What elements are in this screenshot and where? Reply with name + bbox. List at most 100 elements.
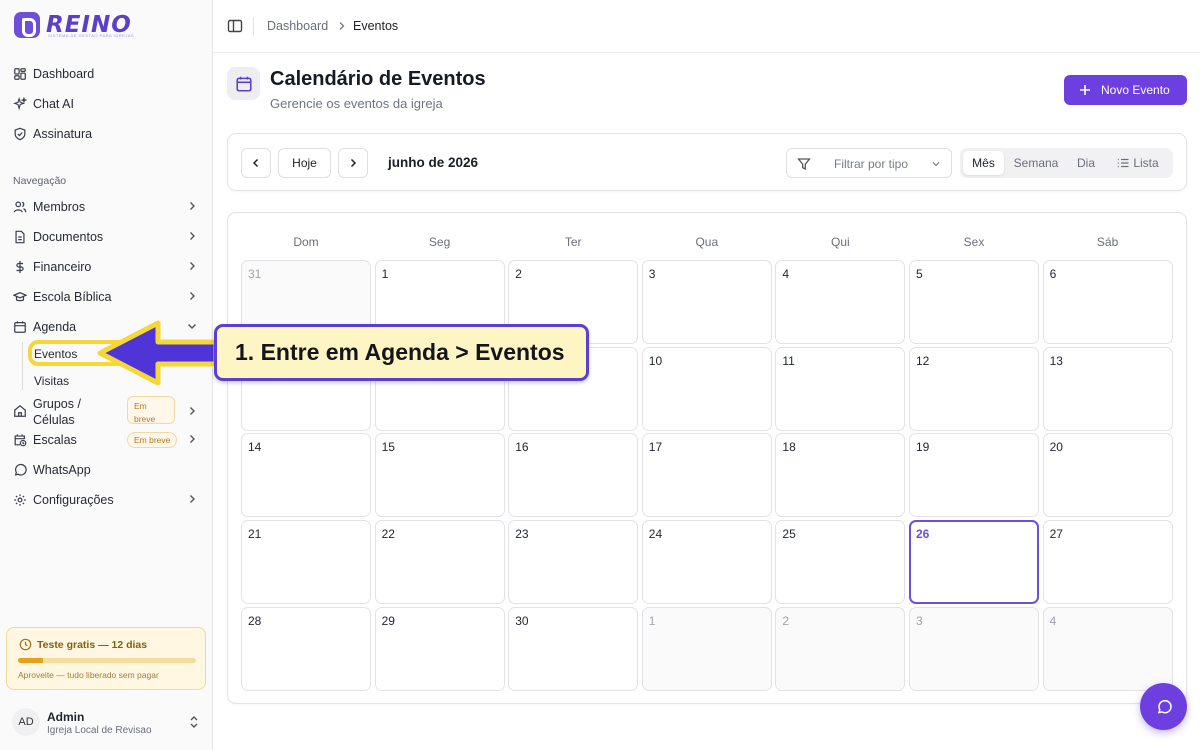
dollar-icon [12, 260, 27, 275]
day-number: 3 [916, 613, 923, 628]
day-number: 24 [648, 527, 663, 542]
day-cell[interactable]: 4 [1042, 606, 1173, 691]
day-cell[interactable]: 27 [1042, 520, 1173, 605]
sidebar-item-configuracoes[interactable]: Configurações [12, 488, 200, 512]
day-number: 5 [916, 267, 923, 281]
current-month-label: junho de 2026 [388, 155, 479, 170]
next-month-button[interactable] [338, 148, 368, 178]
breadcrumb-dashboard[interactable]: Dashboard [267, 19, 328, 33]
day-number: 1 [381, 267, 389, 281]
day-cell[interactable]: 13 [1042, 346, 1173, 431]
sidebar-item-label: Documentos [33, 230, 104, 244]
day-cell[interactable]: 24 [641, 520, 772, 605]
day-cell[interactable]: 23 [508, 520, 639, 605]
document-icon [12, 230, 27, 245]
day-number: 22 [381, 527, 395, 542]
sidebar-item-whatsapp[interactable]: WhatsApp [12, 458, 200, 482]
user-menu[interactable]: AD Admin Igreja Local de Revisao [12, 706, 202, 740]
weekday-header: Qua [695, 235, 719, 249]
sidebar-item-label: Membros [33, 200, 86, 214]
day-number: 4 [1049, 613, 1057, 628]
day-cell[interactable]: 4 [775, 260, 906, 344]
submenu-guide-line [22, 342, 23, 390]
sidebar-item-label: Dashboard [33, 67, 95, 81]
gear-icon [12, 493, 27, 508]
new-event-button[interactable]: Novo Evento [1064, 75, 1187, 105]
day-cell[interactable]: 21 [241, 520, 371, 605]
plus-icon [1080, 85, 1090, 95]
graduation-cap-icon [12, 290, 27, 305]
event-type-filter[interactable]: Filtrar por tipo [786, 148, 952, 178]
sidebar-item-escola-biblica[interactable]: Escola Bíblica [12, 285, 200, 309]
day-cell[interactable]: 28 [241, 606, 371, 691]
sidebar-item-financeiro[interactable]: Financeiro [12, 255, 200, 279]
day-cell[interactable]: 5 [909, 260, 1039, 344]
trial-card[interactable]: Teste gratis — 12 dias Aproveite — tudo … [6, 627, 206, 690]
day-number: 3 [648, 267, 656, 281]
logo-mark-icon [14, 12, 40, 38]
sidebar-item-chat-ai[interactable]: Chat AI [12, 92, 200, 116]
new-event-label: Novo Evento [1101, 83, 1170, 97]
chat-bubble-icon [12, 463, 27, 478]
day-cell[interactable]: 3 [641, 260, 772, 344]
filter-placeholder: Filtrar por tipo [834, 157, 909, 171]
day-cell[interactable]: 2 [775, 606, 906, 691]
day-cell[interactable]: 22 [374, 520, 505, 605]
sparkles-icon [12, 97, 27, 112]
day-cell[interactable]: 26 [909, 520, 1039, 605]
sidebar-subitem-visitas[interactable]: Visitas [34, 374, 69, 388]
sidebar-item-escalas[interactable]: Escalas Em breve [12, 428, 200, 452]
chevron-right-icon [190, 232, 195, 240]
day-cell[interactable]: 12 [909, 346, 1039, 431]
day-number: 30 [515, 613, 529, 628]
view-month-tab[interactable]: Mês [963, 151, 1004, 175]
day-cell[interactable]: 17 [641, 433, 772, 518]
calendar-icon [12, 320, 27, 335]
sidebar-item-documentos[interactable]: Documentos [12, 225, 200, 249]
day-cell[interactable]: 11 [775, 346, 906, 431]
view-day-tab[interactable]: Dia [1068, 151, 1104, 175]
day-number: 28 [248, 613, 262, 628]
sidebar-item-assinatura[interactable]: Assinatura [12, 122, 200, 146]
today-button[interactable]: Hoje [278, 148, 331, 178]
view-week-tab[interactable]: Semana [1008, 151, 1064, 175]
day-cell[interactable]: 29 [374, 606, 505, 691]
day-cell[interactable]: 25 [775, 520, 906, 605]
view-list-tab[interactable]: Lista [1108, 151, 1168, 175]
sidebar-item-dashboard[interactable]: Dashboard [12, 62, 200, 86]
brand-tagline: SISTEMA DE GESTAO PARA IGREJAS [48, 33, 135, 38]
status-badge: Em breve [127, 396, 175, 424]
prev-month-button[interactable] [241, 148, 271, 178]
calendar-clock-icon [12, 433, 27, 448]
weekday-header: Dom [293, 235, 319, 249]
sidebar-item-label: Financeiro [33, 260, 92, 274]
day-number: 31 [248, 267, 262, 281]
day-number: 14 [248, 440, 262, 455]
day-cell[interactable]: 20 [1042, 433, 1173, 518]
day-number: 27 [1049, 527, 1063, 542]
day-cell[interactable]: 15 [374, 433, 505, 518]
sidebar-item-membros[interactable]: Membros [12, 195, 200, 219]
day-number: 29 [381, 613, 395, 628]
day-cell[interactable]: 10 [641, 346, 772, 431]
annotation-arrow-icon [97, 320, 218, 386]
weekday-header: Ter [564, 235, 582, 249]
sidebar-toggle-icon[interactable] [227, 18, 243, 34]
day-cell[interactable]: 19 [909, 433, 1039, 518]
chevron-down-icon [932, 162, 940, 167]
avatar: AD [12, 708, 40, 736]
day-cell[interactable]: 16 [508, 433, 639, 518]
day-cell[interactable]: 30 [508, 606, 639, 691]
day-cell[interactable]: 3 [909, 606, 1039, 691]
trial-progress-fill [18, 658, 43, 663]
day-number: 23 [515, 527, 529, 542]
weekday-header: Qui [831, 235, 850, 249]
trial-note: Aproveite — tudo liberado sem pagar [18, 670, 159, 680]
day-cell[interactable]: 14 [241, 433, 371, 518]
day-cell[interactable]: 6 [1042, 260, 1173, 344]
chat-support-button[interactable] [1140, 683, 1187, 730]
day-cell[interactable]: 18 [775, 433, 906, 518]
user-org: Igreja Local de Revisao [47, 725, 152, 736]
sidebar-item-grupos-celulas[interactable]: Grupos / Células Em breve [12, 396, 200, 428]
day-cell[interactable]: 1 [641, 606, 772, 691]
